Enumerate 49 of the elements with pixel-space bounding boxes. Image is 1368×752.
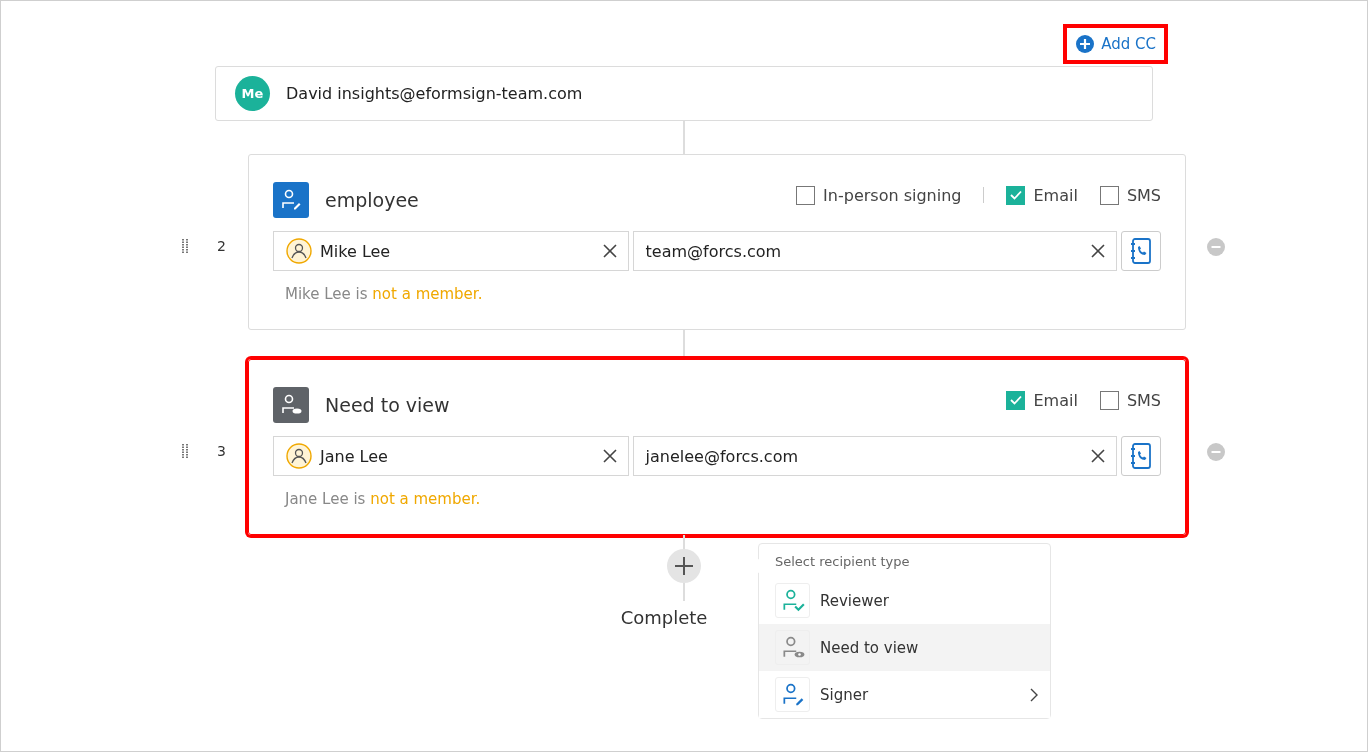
person-icon — [286, 238, 312, 264]
checkbox-label: Email — [1033, 390, 1078, 410]
address-book-button[interactable] — [1121, 436, 1161, 476]
role-title: Need to view — [325, 394, 450, 416]
checkbox-label: SMS — [1126, 390, 1161, 410]
address-book-icon — [1129, 237, 1153, 265]
role-icon — [273, 182, 309, 218]
complete-label: Complete — [620, 607, 708, 628]
address-book-button[interactable] — [1121, 231, 1161, 271]
sender-text: David insights@eformsign-team.com — [286, 84, 583, 103]
email-field[interactable]: team@forcs.com — [632, 231, 1118, 271]
checkbox[interactable] — [1099, 185, 1119, 205]
name-field[interactable]: Mike Lee — [273, 231, 629, 271]
role-icon — [273, 387, 309, 423]
checkmark-icon — [1010, 190, 1022, 200]
step-number: 3 — [217, 443, 226, 459]
checkbox-label: In-person signing — [823, 185, 962, 205]
clear-icon[interactable] — [1090, 448, 1107, 464]
role-icon — [775, 630, 810, 665]
plus-icon — [674, 556, 694, 576]
checkbox[interactable] — [796, 185, 816, 205]
clear-icon[interactable] — [1090, 243, 1107, 259]
checkmark-icon — [1010, 395, 1022, 405]
clear-icon[interactable] — [601, 243, 618, 259]
drag-handle-icon[interactable] — [181, 238, 190, 254]
checkbox-label: SMS — [1126, 185, 1161, 205]
checkbox[interactable] — [1006, 390, 1026, 410]
clear-icon[interactable] — [601, 448, 618, 464]
avatar: Me — [235, 76, 270, 111]
role-icon — [775, 677, 810, 712]
plus-circle-icon — [1075, 34, 1096, 54]
email-field[interactable]: janelee@forcs.com — [632, 436, 1118, 476]
role-title: employee — [325, 189, 419, 211]
role-icon — [775, 583, 810, 618]
member-note: Mike Lee is not a member. — [285, 285, 484, 303]
menu-title: Select recipient type — [774, 554, 911, 571]
add-cc-button[interactable]: Add CC — [1063, 24, 1168, 64]
checkbox-label: Email — [1033, 185, 1078, 205]
step-number: 2 — [217, 238, 226, 254]
add-recipient-button[interactable] — [667, 549, 701, 583]
address-book-icon — [1129, 442, 1153, 470]
name-field[interactable]: Jane Lee — [273, 436, 629, 476]
member-note: Jane Lee is not a member. — [285, 490, 482, 508]
checkbox[interactable] — [1006, 185, 1026, 205]
person-icon — [286, 443, 312, 469]
chevron-right-icon — [1030, 687, 1038, 702]
drag-handle-icon[interactable] — [181, 443, 190, 459]
menu-item[interactable]: Need to view — [759, 624, 1050, 671]
checkbox[interactable] — [1099, 390, 1119, 410]
